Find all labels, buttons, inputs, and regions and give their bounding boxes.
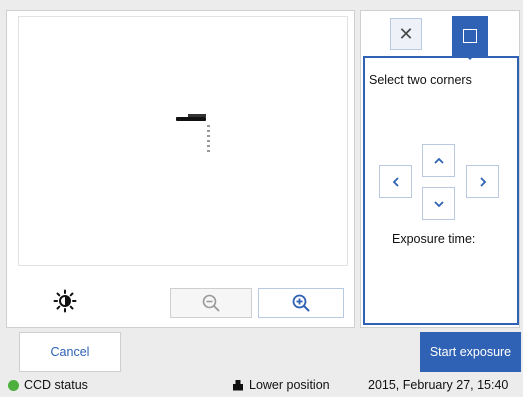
zoom-in-button[interactable]	[258, 288, 344, 318]
move-right-button[interactable]	[466, 165, 499, 198]
zoom-out-icon	[202, 294, 220, 312]
square-select-icon	[463, 29, 477, 43]
image-spot	[188, 114, 206, 117]
image-viewer[interactable]	[18, 16, 348, 266]
selection-hint: Select two corners	[369, 73, 472, 87]
cancel-button[interactable]: Cancel	[19, 332, 121, 372]
ccd-status-label: CCD status	[24, 378, 88, 392]
chevron-left-icon	[392, 176, 399, 187]
chevron-up-icon	[433, 157, 444, 164]
clear-selection-button[interactable]: ✕	[390, 18, 422, 50]
brightness-button[interactable]	[50, 286, 80, 316]
move-left-button[interactable]	[379, 165, 412, 198]
zoom-in-icon	[292, 294, 310, 312]
chevron-right-icon	[479, 176, 486, 187]
chevron-down-icon	[433, 200, 444, 207]
datetime-label: 2015, February 27, 15:40	[368, 378, 509, 392]
move-down-button[interactable]	[422, 187, 455, 220]
start-exposure-button[interactable]: Start exposure	[420, 332, 521, 372]
image-spot	[207, 125, 210, 155]
active-tool-pointer	[464, 54, 476, 60]
image-spot	[176, 117, 206, 121]
rectangle-select-button[interactable]	[452, 16, 488, 56]
close-icon: ✕	[398, 23, 414, 44]
position-label: Lower position	[249, 378, 330, 392]
brightness-icon	[53, 289, 77, 313]
ccd-status-indicator	[8, 380, 19, 391]
exposure-time-label: Exposure time:	[392, 232, 476, 246]
move-up-button[interactable]	[422, 144, 455, 177]
tray-icon	[233, 380, 243, 391]
zoom-out-button[interactable]	[170, 288, 252, 318]
